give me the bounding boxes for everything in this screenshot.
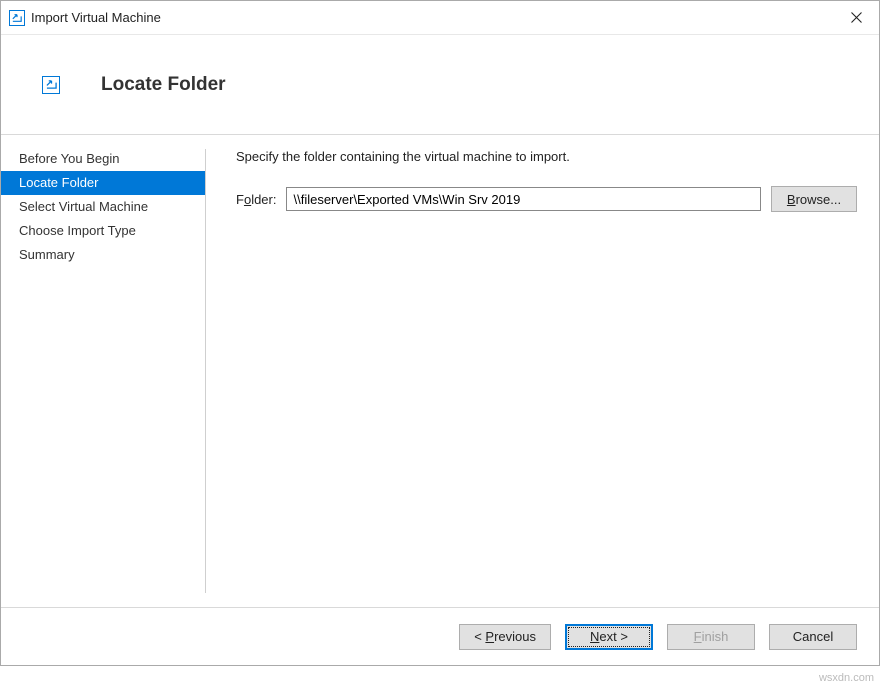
instruction-text: Specify the folder containing the virtua… <box>236 149 857 164</box>
folder-row: Folder: Browse... <box>236 186 857 212</box>
folder-label: Folder: <box>236 192 276 207</box>
step-label: Choose Import Type <box>19 223 136 238</box>
browse-button[interactable]: Browse... <box>771 186 857 212</box>
step-locate-folder[interactable]: Locate Folder <box>1 171 205 195</box>
step-choose-import-type[interactable]: Choose Import Type <box>1 219 205 243</box>
close-button[interactable] <box>833 1 879 35</box>
step-label: Select Virtual Machine <box>19 199 148 214</box>
step-label: Before You Begin <box>19 151 119 166</box>
wizard-window: Import Virtual Machine Locate Folder Bef… <box>0 0 880 666</box>
watermark-text: wsxdn.com <box>819 672 874 684</box>
step-select-virtual-machine[interactable]: Select Virtual Machine <box>1 195 205 219</box>
step-label: Summary <box>19 247 75 262</box>
finish-button: Finish <box>667 624 755 650</box>
step-before-you-begin[interactable]: Before You Begin <box>1 147 205 171</box>
wizard-steps: Before You Begin Locate Folder Select Vi… <box>1 135 205 607</box>
titlebar: Import Virtual Machine <box>1 1 879 35</box>
page-title: Locate Folder <box>101 74 226 96</box>
window-title: Import Virtual Machine <box>31 10 833 25</box>
wizard-content: Specify the folder containing the virtua… <box>206 135 879 607</box>
close-icon <box>851 12 862 23</box>
step-label: Locate Folder <box>19 175 99 190</box>
cancel-button[interactable]: Cancel <box>769 624 857 650</box>
next-button[interactable]: Next > <box>565 624 653 650</box>
wizard-body: Before You Begin Locate Folder Select Vi… <box>1 135 879 607</box>
import-arrow-icon <box>42 76 60 94</box>
folder-input[interactable] <box>286 187 761 211</box>
previous-button[interactable]: < Previous <box>459 624 551 650</box>
import-arrow-icon <box>9 10 25 26</box>
wizard-header: Locate Folder <box>1 35 879 135</box>
wizard-footer: < Previous Next > Finish Cancel <box>1 607 879 665</box>
step-summary[interactable]: Summary <box>1 243 205 267</box>
